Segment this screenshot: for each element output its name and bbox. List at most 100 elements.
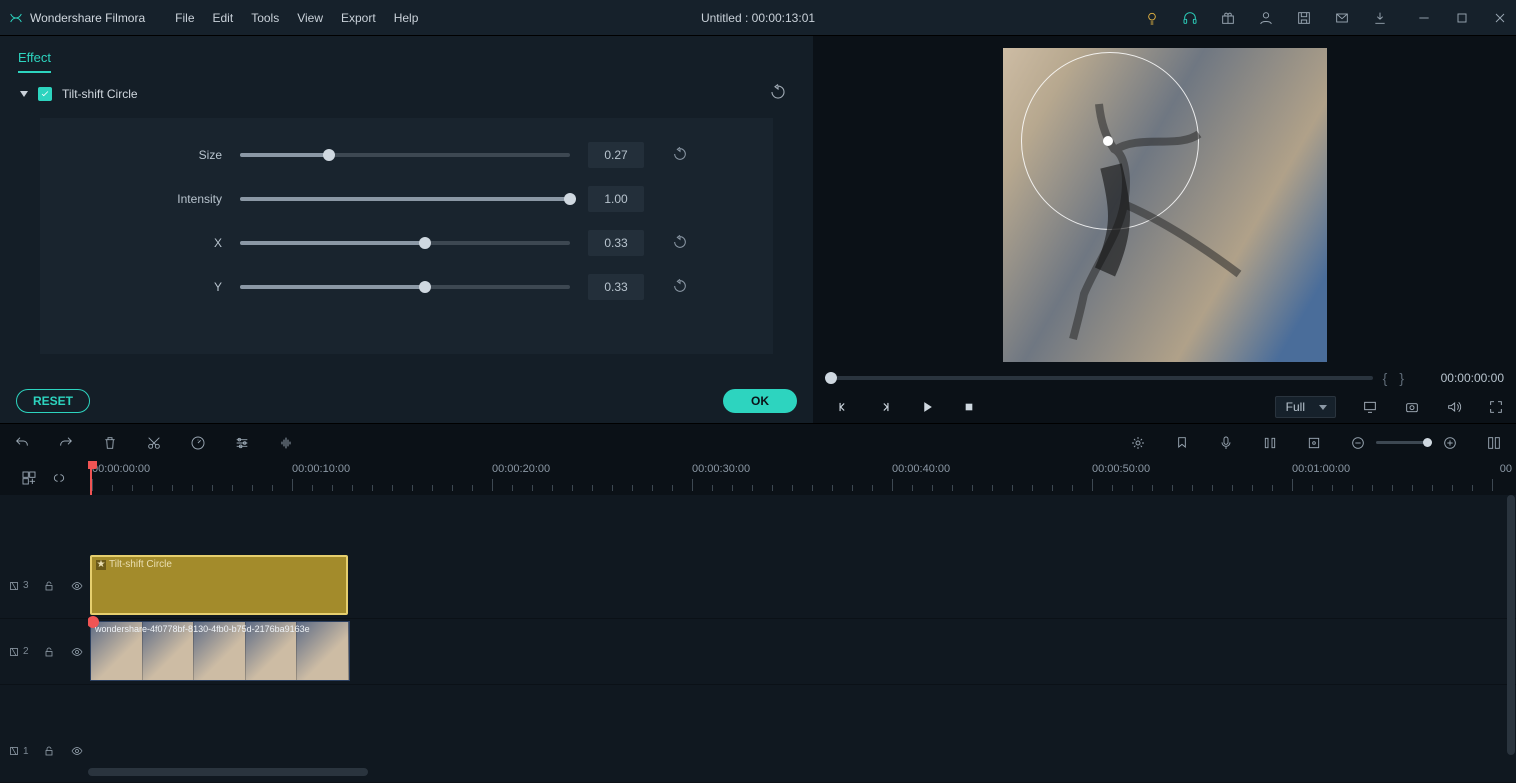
speed-icon[interactable]: [190, 435, 206, 451]
track1-lock-icon[interactable]: [41, 743, 57, 759]
clip-effect[interactable]: ★Tilt-shift Circle: [90, 555, 348, 615]
playhead[interactable]: [90, 461, 92, 495]
track1-toggle[interactable]: 1: [8, 745, 29, 757]
preview-progress[interactable]: [825, 376, 1373, 380]
collapse-caret-icon[interactable]: [20, 91, 28, 97]
undo-icon[interactable]: [14, 435, 30, 451]
track-spacer: [88, 495, 1516, 553]
volume-icon[interactable]: [1446, 399, 1462, 415]
effect-enable-checkbox[interactable]: [38, 87, 52, 101]
param-intensity-value[interactable]: 1.00: [588, 186, 644, 212]
save-icon[interactable]: [1296, 10, 1312, 26]
play-icon[interactable]: [919, 399, 935, 415]
tracks-body[interactable]: ★Tilt-shift Circle wondershare-4f0778bf-…: [88, 495, 1516, 782]
param-size-value[interactable]: 0.27: [588, 142, 644, 168]
gift-icon[interactable]: [1220, 10, 1236, 26]
user-icon[interactable]: [1258, 10, 1274, 26]
param-x-slider[interactable]: [240, 241, 570, 245]
mark-out-icon[interactable]: }: [1399, 370, 1404, 386]
param-y-value[interactable]: 0.33: [588, 274, 644, 300]
param-size-reset-icon[interactable]: [672, 146, 688, 165]
menu-view[interactable]: View: [297, 11, 323, 25]
track3-lock-icon[interactable]: [41, 578, 57, 594]
param-y-slider[interactable]: [240, 285, 570, 289]
param-x: X 0.33: [60, 230, 737, 256]
timeline-panel-icon[interactable]: [1486, 435, 1502, 451]
transport-bar: Full: [813, 390, 1516, 426]
track-effect[interactable]: ★Tilt-shift Circle: [88, 553, 1516, 619]
track3-toggle[interactable]: 3: [8, 580, 29, 592]
voiceover-icon[interactable]: [1218, 435, 1234, 451]
minimize-icon[interactable]: [1416, 10, 1432, 26]
mixer-icon[interactable]: [1262, 435, 1278, 451]
cut-icon[interactable]: [146, 435, 162, 451]
effect-tab[interactable]: Effect: [0, 36, 813, 73]
star-icon: ★: [96, 560, 106, 570]
ruler[interactable]: 00:00:00:00 00:00:10:00 00:00:20:00 00:0…: [88, 461, 1516, 495]
track2-eye-icon[interactable]: [69, 644, 85, 660]
track-manager-icon[interactable]: [21, 470, 37, 486]
ruler-label-3: 00:00:30:00: [692, 463, 750, 475]
app-name: Wondershare Filmora: [30, 11, 145, 25]
menu-export[interactable]: Export: [341, 11, 376, 25]
param-intensity-slider[interactable]: [240, 197, 570, 201]
maximize-icon[interactable]: [1454, 10, 1470, 26]
track2-toggle[interactable]: 2: [8, 646, 29, 658]
track-head-1: 1: [0, 720, 88, 782]
track2-lock-icon[interactable]: [41, 644, 57, 660]
mark-in-icon[interactable]: {: [1383, 370, 1388, 386]
clip-video[interactable]: wondershare-4f0778bf-8130-4fb0-b75d-2176…: [90, 621, 350, 681]
delete-icon[interactable]: [102, 435, 118, 451]
crop-icon[interactable]: [1306, 435, 1322, 451]
close-icon[interactable]: [1492, 10, 1508, 26]
ruler-end: 00: [1500, 463, 1512, 475]
ruler-head: [0, 461, 88, 495]
headphone-icon[interactable]: [1182, 10, 1198, 26]
reset-button[interactable]: RESET: [16, 389, 90, 413]
track-video[interactable]: wondershare-4f0778bf-8130-4fb0-b75d-2176…: [88, 619, 1516, 685]
effect-reset-icon[interactable]: [769, 83, 787, 104]
track1-eye-icon[interactable]: [69, 743, 85, 759]
effect-body: Size 0.27 Intensity 1.00 X: [40, 118, 773, 354]
menu-file[interactable]: File: [175, 11, 194, 25]
track3-eye-icon[interactable]: [69, 578, 85, 594]
horizontal-scrollbar[interactable]: [88, 768, 1504, 778]
ruler-label-5: 00:00:50:00: [1092, 463, 1150, 475]
param-y-reset-icon[interactable]: [672, 278, 688, 297]
ok-button[interactable]: OK: [723, 389, 797, 413]
download-icon[interactable]: [1372, 10, 1388, 26]
mail-icon[interactable]: [1334, 10, 1350, 26]
idea-icon[interactable]: [1144, 10, 1160, 26]
effect-panel: Effect Tilt-shift Circle Size 0.27 Inten…: [0, 36, 813, 423]
camera-icon[interactable]: [1404, 399, 1420, 415]
menu-edit[interactable]: Edit: [213, 11, 234, 25]
fullscreen-icon[interactable]: [1488, 399, 1504, 415]
param-size-slider[interactable]: [240, 153, 570, 157]
render-icon[interactable]: [1130, 435, 1146, 451]
display-icon[interactable]: [1362, 399, 1378, 415]
redo-icon[interactable]: [58, 435, 74, 451]
menu-tools[interactable]: Tools: [251, 11, 279, 25]
stop-icon[interactable]: [961, 399, 977, 415]
menubar: File Edit Tools View Export Help: [175, 11, 418, 25]
step-back-icon[interactable]: [835, 399, 851, 415]
audio-icon[interactable]: [278, 435, 294, 451]
zoom-slider[interactable]: [1376, 441, 1432, 444]
param-x-reset-icon[interactable]: [672, 234, 688, 253]
marker-icon[interactable]: [1174, 435, 1190, 451]
auto-ripple-icon[interactable]: [51, 470, 67, 486]
zoom-out-icon[interactable]: [1350, 435, 1366, 451]
quality-select[interactable]: Full: [1275, 396, 1336, 418]
zoom-in-icon[interactable]: [1442, 435, 1458, 451]
step-forward-icon[interactable]: [877, 399, 893, 415]
menu-help[interactable]: Help: [394, 11, 419, 25]
preview-canvas[interactable]: [1003, 48, 1327, 362]
preview-panel: {} 00:00:00:00 Full: [813, 36, 1516, 423]
param-x-label: X: [60, 236, 240, 250]
ruler-label-2: 00:00:20:00: [492, 463, 550, 475]
track-head-3: 3: [0, 553, 88, 619]
vertical-scrollbar[interactable]: [1506, 495, 1516, 755]
adjust-icon[interactable]: [234, 435, 250, 451]
param-x-value[interactable]: 0.33: [588, 230, 644, 256]
param-y: Y 0.33: [60, 274, 737, 300]
